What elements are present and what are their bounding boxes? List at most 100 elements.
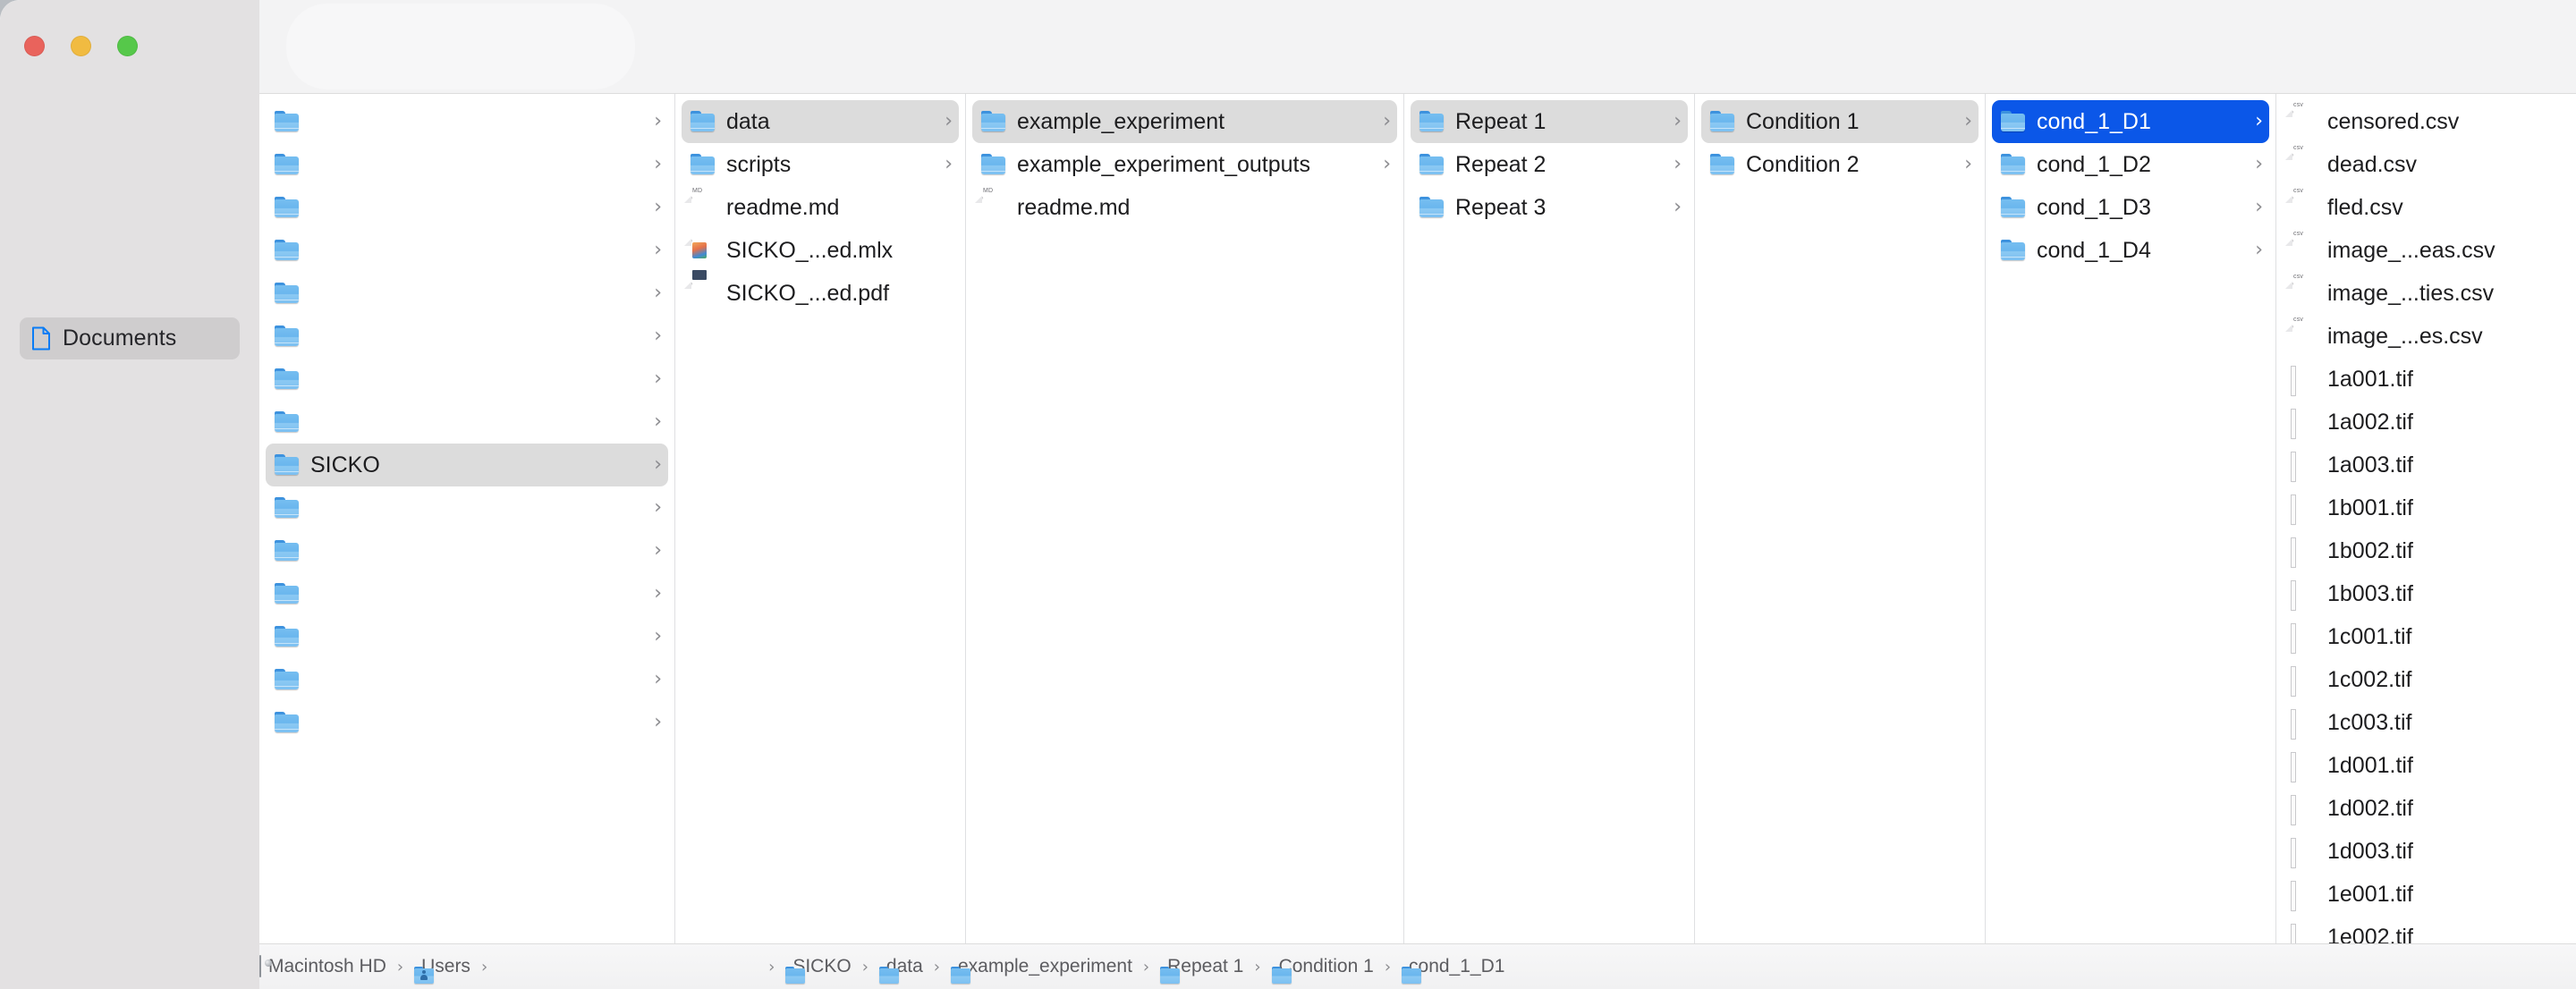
breadcrumb-item[interactable]: cond_1_D1: [1402, 956, 1504, 984]
file-row[interactable]: csv image_...es.csv: [2283, 315, 2538, 358]
file-row-redacted[interactable]: ›: [266, 615, 668, 658]
sicko-column[interactable]: data › scripts › MD readme.md SICKO_...ed.mlx S…: [675, 94, 966, 943]
file-row[interactable]: MD readme.md: [682, 186, 959, 229]
pdf-file-icon: [684, 270, 715, 304]
file-row[interactable]: Repeat 2 ›: [1411, 143, 1688, 186]
csv-file-icon: csv: [2285, 188, 2316, 218]
file-row-redacted[interactable]: ›: [266, 100, 668, 143]
file-row[interactable]: 1e001.tif: [2283, 873, 2538, 916]
file-row-redacted[interactable]: ›: [266, 272, 668, 315]
file-row-label: SICKO_...ed.mlx: [726, 237, 894, 263]
cond-1-d1-column[interactable]: csv censored.csv csv dead.csv csv fled.csv csv…: [2276, 94, 2545, 943]
file-row[interactable]: 1c001.tif: [2283, 615, 2538, 658]
breadcrumb-item[interactable]: Macintosh HD: [259, 955, 386, 977]
file-row[interactable]: 1d002.tif: [2283, 787, 2538, 830]
file-row[interactable]: example_experiment_outputs ›: [972, 143, 1397, 186]
file-row[interactable]: data ›: [682, 100, 959, 143]
breadcrumb-separator: ›: [1254, 957, 1261, 976]
data-column[interactable]: example_experiment › example_experiment_ou…: [966, 94, 1404, 943]
file-row[interactable]: Repeat 1 ›: [1411, 100, 1688, 143]
file-row[interactable]: 1b002.tif: [2283, 529, 2538, 572]
tiff-image-icon: [2292, 753, 2316, 782]
file-row-redacted[interactable]: ›: [266, 186, 668, 229]
file-row[interactable]: 1c003.tif: [2283, 701, 2538, 744]
folder-icon: [275, 583, 299, 604]
file-row[interactable]: csv image_...ties.csv: [2283, 272, 2538, 315]
file-row[interactable]: SICKO_...ed.pdf: [682, 270, 959, 315]
file-row-label: censored.csv: [2327, 108, 2460, 134]
breadcrumb-item[interactable]: Users: [414, 956, 470, 984]
file-row-redacted[interactable]: ›: [266, 658, 668, 701]
chevron-right-icon: ›: [654, 582, 662, 604]
chevron-right-icon: ›: [654, 239, 662, 261]
folder-icon: [1710, 154, 1734, 175]
file-row-redacted[interactable]: ›: [266, 572, 668, 615]
chevron-right-icon: ›: [654, 453, 662, 476]
chevron-right-icon: ›: [1674, 196, 1682, 218]
breadcrumb-item[interactable]: Condition 1: [1271, 956, 1374, 984]
file-row-redacted[interactable]: ›: [266, 486, 668, 529]
file-row[interactable]: csv image_...eas.csv: [2283, 229, 2538, 272]
file-row[interactable]: MD readme.md: [972, 186, 1397, 229]
path-bar[interactable]: Macintosh HD › Users › › SICKO › data › example_…: [0, 943, 2576, 989]
breadcrumb-item[interactable]: data: [878, 956, 923, 984]
file-row[interactable]: 1d001.tif: [2283, 744, 2538, 787]
file-row-redacted[interactable]: ›: [266, 229, 668, 272]
home-column[interactable]: › › › › › › › › SICKO › › › › › › ›: [259, 94, 675, 943]
repeat-1-column[interactable]: Condition 1 › Condition 2 ›: [1695, 94, 1986, 943]
breadcrumb-separator: ›: [396, 957, 404, 976]
file-row[interactable]: 1a001.tif: [2283, 358, 2538, 401]
column-browser[interactable]: › › › › › › › › SICKO › › › › › › › data › scripts › MD readm…: [259, 94, 2576, 943]
file-row[interactable]: 1a002.tif: [2283, 401, 2538, 444]
maximize-button[interactable]: [117, 36, 138, 56]
file-row[interactable]: cond_1_D1 ›: [1992, 100, 2269, 143]
file-row[interactable]: 1e002.tif: [2283, 916, 2538, 943]
file-row[interactable]: Condition 2 ›: [1701, 143, 1979, 186]
file-row[interactable]: 1d003.tif: [2283, 830, 2538, 873]
file-row[interactable]: SICKO_...ed.mlx: [682, 229, 959, 272]
sidebar-item-documents[interactable]: Documents: [20, 317, 240, 359]
folder-icon: [981, 111, 1005, 132]
breadcrumb-item[interactable]: example_experiment: [950, 956, 1132, 984]
csv-file-icon: csv: [2285, 231, 2316, 261]
file-row-redacted[interactable]: ›: [266, 315, 668, 358]
file-row-label: SICKO: [310, 452, 380, 478]
breadcrumb-item[interactable]: SICKO: [785, 956, 852, 984]
file-row-redacted[interactable]: ›: [266, 358, 668, 401]
chevron-right-icon: ›: [654, 539, 662, 562]
file-row-label: cond_1_D1: [2037, 108, 2151, 134]
file-row[interactable]: cond_1_D4 ›: [1992, 229, 2269, 272]
file-row[interactable]: cond_1_D2 ›: [1992, 143, 2269, 186]
chevron-right-icon: ›: [1964, 110, 1972, 132]
file-row[interactable]: 1b001.tif: [2283, 486, 2538, 529]
file-row[interactable]: scripts ›: [682, 143, 959, 186]
file-row[interactable]: csv censored.csv: [2283, 100, 2538, 143]
folder-icon: [275, 240, 299, 261]
file-row[interactable]: 1a003.tif: [2283, 444, 2538, 486]
file-row[interactable]: example_experiment ›: [972, 100, 1397, 143]
breadcrumb-item[interactable]: Repeat 1: [1160, 956, 1243, 984]
file-row[interactable]: csv dead.csv: [2283, 143, 2538, 186]
chevron-right-icon: ›: [2255, 110, 2263, 132]
file-row[interactable]: 1b003.tif: [2283, 572, 2538, 615]
file-row-redacted[interactable]: ›: [266, 401, 668, 444]
markdown-file-icon: MD: [684, 188, 715, 218]
chevron-right-icon: ›: [2255, 196, 2263, 218]
chevron-right-icon: ›: [654, 410, 662, 433]
minimize-button[interactable]: [71, 36, 91, 56]
file-row[interactable]: cond_1_D3 ›: [1992, 186, 2269, 229]
close-button[interactable]: [24, 36, 45, 56]
file-row-redacted[interactable]: ›: [266, 701, 668, 744]
file-row[interactable]: csv fled.csv: [2283, 186, 2538, 229]
chevron-right-icon: ›: [1674, 110, 1682, 132]
file-row[interactable]: Condition 1 ›: [1701, 100, 1979, 143]
example-experiment-column[interactable]: Repeat 1 › Repeat 2 › Repeat 3 ›: [1404, 94, 1695, 943]
file-row[interactable]: 1c002.tif: [2283, 658, 2538, 701]
folder-icon: [2001, 154, 2025, 175]
chevron-right-icon: ›: [1383, 110, 1391, 132]
file-row[interactable]: SICKO ›: [266, 444, 668, 486]
file-row-redacted[interactable]: ›: [266, 143, 668, 186]
file-row[interactable]: Repeat 3 ›: [1411, 186, 1688, 229]
file-row-redacted[interactable]: ›: [266, 529, 668, 572]
condition-1-column[interactable]: cond_1_D1 › cond_1_D2 › cond_1_D3 › cond_1_D4 ›: [1986, 94, 2276, 943]
